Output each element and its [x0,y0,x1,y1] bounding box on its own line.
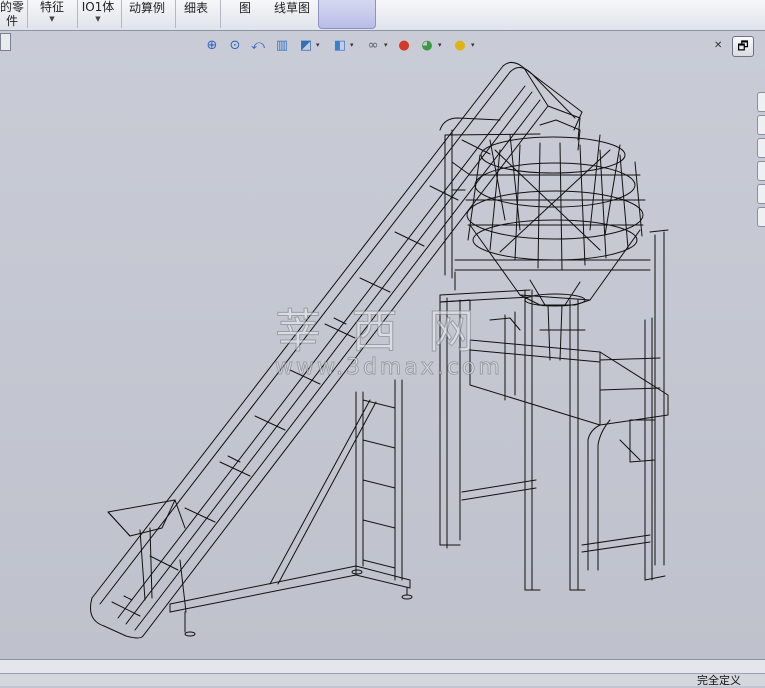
multihead-weigher [465,119,646,361]
conveyor-support-frame [169,379,413,637]
horizontal-scrollbar[interactable] [0,659,765,674]
wireframe-model-drawing[interactable] [0,0,765,685]
infeed-hopper [107,499,186,601]
inclined-conveyor [90,62,583,639]
discharge-platform [469,311,669,571]
status-bar: 完全定义 [0,673,765,687]
status-text: 完全定义 [697,674,741,687]
weigher-support-frame [439,229,669,591]
